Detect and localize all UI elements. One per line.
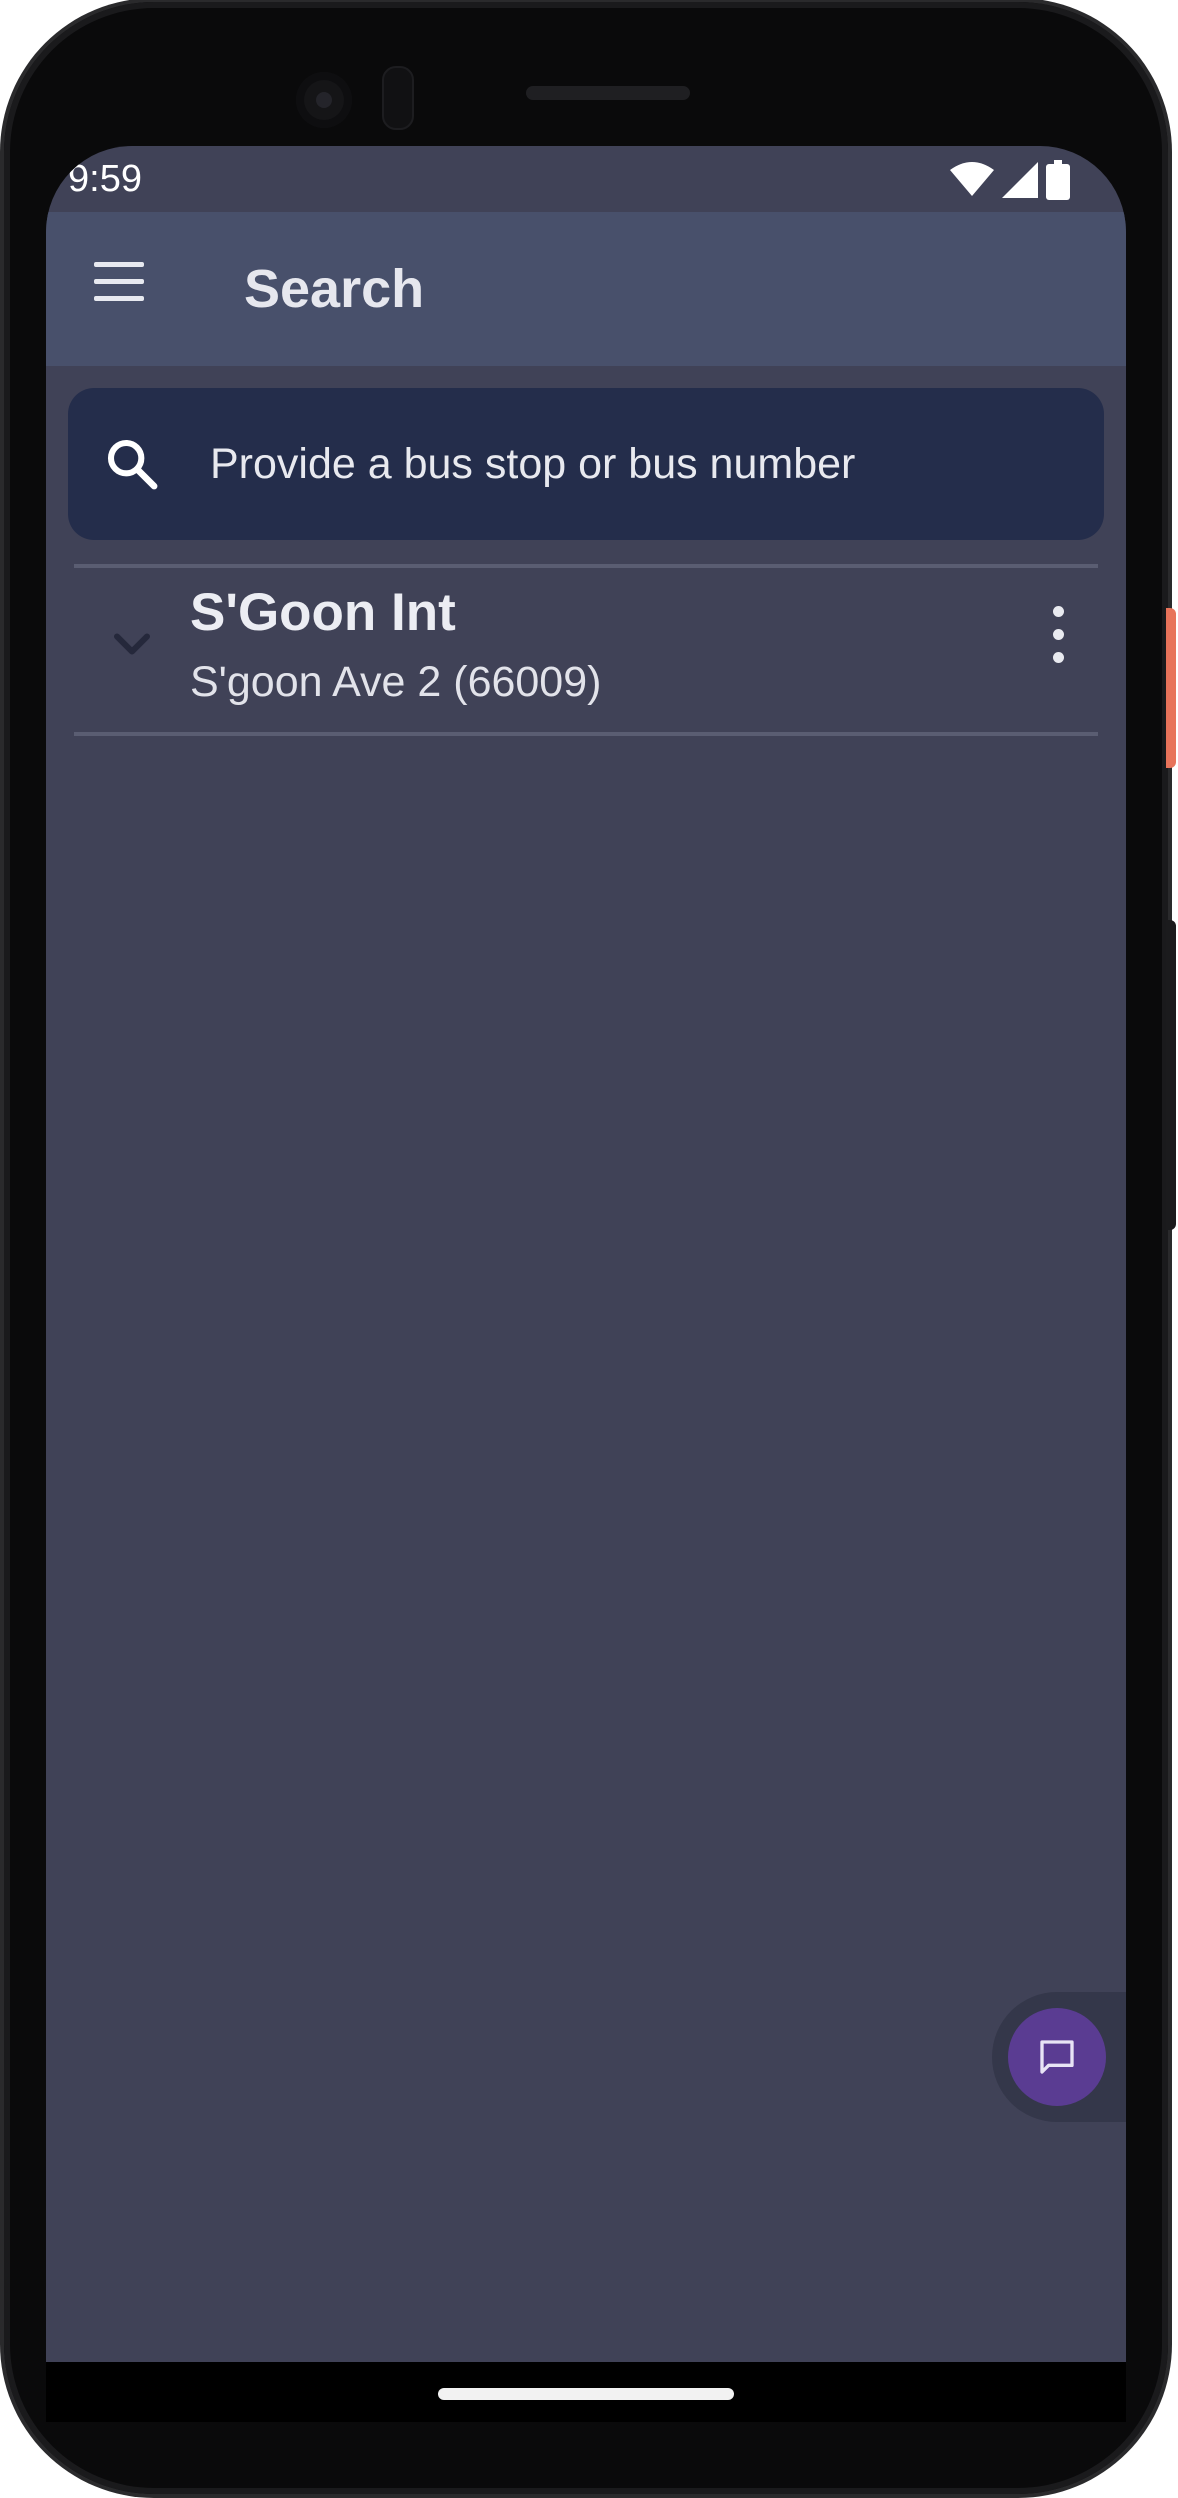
bus-stop-detail: S'goon Ave 2 (66009) [190,658,602,706]
proximity-sensor [382,66,414,130]
earpiece-speaker [526,86,690,100]
search-icon [107,439,158,490]
more-vert-icon[interactable] [1046,606,1070,676]
front-camera [296,72,352,128]
menu-icon[interactable] [94,262,148,316]
status-bar: 9:59 [46,146,1126,212]
status-time: 9:59 [68,158,142,200]
search-placeholder: Provide a bus stop or bus number [210,440,856,488]
app-bar: Search [46,212,1126,366]
chat-icon [1040,2040,1074,2074]
wifi-icon [950,162,994,196]
chat-button[interactable] [1008,2008,1106,2106]
battery-icon [1046,160,1070,200]
bus-stop-name: S'Goon Int [190,583,456,642]
status-icons [950,160,1070,200]
list-item[interactable]: S'Goon Int S'goon Ave 2 (66009) [74,568,1098,730]
signal-icon [1002,162,1038,198]
screen: 9:59 Search Provide a bus stop or bus nu… [46,146,1126,2362]
power-button [1166,608,1176,768]
search-input[interactable]: Provide a bus stop or bus number [68,388,1104,540]
divider [74,732,1098,736]
chevron-down-icon[interactable] [102,614,162,674]
home-indicator[interactable] [438,2388,734,2400]
volume-button [1166,920,1176,1230]
page-title: Search [244,259,425,319]
